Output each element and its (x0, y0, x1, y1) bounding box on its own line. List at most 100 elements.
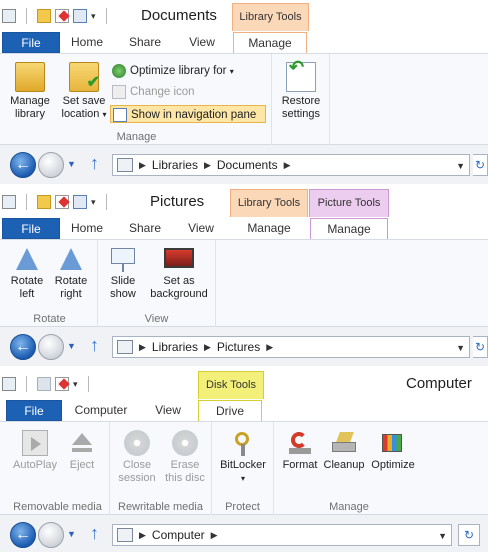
new-folder-icon[interactable] (37, 9, 51, 23)
chevron-right-icon[interactable]: ▶ (139, 530, 146, 541)
tab-picture-manage[interactable]: Manage (310, 218, 388, 240)
tab-file[interactable]: File (2, 218, 60, 239)
refresh-icon[interactable]: ↻ (473, 154, 488, 176)
group-rewritable-media: Close session Erase this disc Rewritable… (110, 422, 212, 516)
tab-share[interactable]: Share (120, 218, 170, 239)
restore-settings-button[interactable]: ↶ Restore settings (276, 58, 326, 121)
eject-button[interactable]: Eject (62, 430, 102, 472)
tab-view[interactable]: View (176, 218, 226, 239)
recent-locations-dropdown-icon[interactable]: ▼ (67, 341, 76, 351)
rotate-left-button[interactable]: Rotate left (6, 246, 48, 301)
address-bar[interactable]: ▶ Libraries ▶ Pictures ▶ ▼ (112, 336, 470, 358)
new-folder-icon[interactable] (37, 377, 51, 391)
tab-file[interactable]: File (2, 32, 60, 53)
rotate-right-button[interactable]: Rotate right (50, 246, 92, 301)
manage-library-button[interactable]: Manage library (8, 62, 52, 121)
bitlocker-keys-icon (229, 430, 257, 456)
cleanup-button[interactable]: Cleanup (322, 430, 366, 472)
group-protect: BitLocker ▾ Protect (212, 422, 274, 516)
chevron-right-icon[interactable]: ▶ (211, 530, 218, 541)
forward-arrow-icon[interactable] (38, 152, 64, 178)
change-icon-label: Change icon (130, 86, 195, 98)
address-dropdown-icon[interactable]: ▼ (456, 343, 465, 353)
rename-icon[interactable] (55, 9, 70, 23)
back-arrow-icon[interactable]: ← (10, 334, 36, 360)
qat-separator (26, 376, 27, 392)
tab-file[interactable]: File (6, 400, 62, 421)
up-arrow-icon[interactable]: ↑ (90, 153, 99, 174)
optimize-button[interactable]: Optimize (368, 430, 418, 472)
address-bar[interactable]: ▶ Libraries ▶ Documents ▶ ▼ (112, 154, 470, 176)
address-dropdown-icon[interactable]: ▼ (438, 531, 447, 541)
autoplay-button[interactable]: AutoPlay (10, 430, 60, 472)
format-button[interactable]: Format (278, 430, 322, 472)
chevron-right-icon[interactable]: ▶ (284, 160, 291, 171)
breadcrumb-libraries[interactable]: Libraries (152, 340, 198, 354)
documents-window: ▾ Documents Library Tools File Home Shar… (0, 0, 488, 184)
show-in-navigation-pane-button[interactable]: Show in navigation pane (110, 105, 266, 123)
properties-icon[interactable] (2, 9, 16, 23)
back-arrow-icon[interactable]: ← (10, 152, 36, 178)
properties-icon[interactable] (2, 377, 16, 391)
chevron-down-icon: ▾ (102, 110, 107, 119)
forward-arrow-icon[interactable] (38, 522, 64, 548)
tab-view[interactable]: View (144, 400, 192, 421)
chevron-right-icon[interactable]: ▶ (139, 342, 146, 353)
chevron-right-icon[interactable]: ▶ (266, 342, 273, 353)
tab-drive[interactable]: Drive (198, 400, 262, 422)
tab-library-manage[interactable]: Manage (231, 218, 307, 239)
forward-arrow-icon[interactable] (38, 334, 64, 360)
rename-icon[interactable] (55, 377, 70, 391)
context-tab-library-tools: Library Tools (232, 3, 309, 31)
address-bar[interactable]: ▶ Computer ▶ ▼ (112, 524, 452, 546)
address-dropdown-icon[interactable]: ▼ (456, 161, 465, 171)
tab-share[interactable]: Share (120, 32, 170, 53)
breadcrumb-documents[interactable]: Documents (217, 158, 278, 172)
ribbon-panel: Rotate left Rotate right Rotate Slide sh… (0, 239, 488, 328)
up-arrow-icon[interactable]: ↑ (90, 335, 99, 356)
customize-qat-icon[interactable]: ▾ (73, 379, 78, 390)
back-arrow-icon[interactable]: ← (10, 522, 36, 548)
recent-locations-dropdown-icon[interactable]: ▼ (67, 159, 76, 169)
context-tab-disk-tools: Disk Tools (198, 371, 264, 399)
refresh-icon[interactable]: ↻ (458, 524, 480, 546)
up-arrow-icon[interactable]: ↑ (90, 523, 99, 544)
chevron-right-icon[interactable]: ▶ (204, 160, 211, 171)
computer-location-icon (117, 528, 133, 542)
qat-separator (105, 194, 107, 210)
manage-library-label: Manage library (10, 95, 50, 120)
ribbon-panel: Manage library ✔ Set save location ▾ Opt… (0, 53, 488, 146)
view-icon[interactable] (73, 9, 87, 23)
new-folder-icon[interactable] (37, 195, 51, 209)
customize-qat-icon[interactable]: ▾ (91, 197, 96, 208)
navigation-bar: ← ▼ ↑ ▶ Libraries ▶ Pictures ▶ ▼ ↻ (0, 327, 488, 366)
set-as-background-button[interactable]: Set as background (144, 246, 214, 301)
optimize-icon (112, 64, 126, 78)
properties-icon[interactable] (2, 195, 16, 209)
tab-view[interactable]: View (176, 32, 228, 53)
bitlocker-button[interactable]: BitLocker ▾ (216, 430, 270, 485)
view-icon[interactable] (73, 195, 87, 209)
rename-icon[interactable] (55, 195, 70, 209)
ribbon-tabs: File Home Share View Manage (0, 32, 488, 54)
change-icon-button[interactable]: Change icon (110, 83, 195, 101)
tab-manage[interactable]: Manage (233, 32, 307, 54)
breadcrumb-computer[interactable]: Computer (152, 528, 205, 542)
format-label: Format (282, 459, 318, 471)
tab-computer[interactable]: Computer (70, 400, 132, 421)
chevron-right-icon[interactable]: ▶ (204, 342, 211, 353)
refresh-icon[interactable]: ↻ (473, 336, 488, 358)
cleanup-icon (330, 430, 358, 456)
breadcrumb-pictures[interactable]: Pictures (217, 340, 260, 354)
slide-show-button[interactable]: Slide show (102, 246, 144, 301)
tab-home[interactable]: Home (64, 218, 110, 239)
customize-qat-icon[interactable]: ▾ (91, 11, 96, 22)
chevron-right-icon[interactable]: ▶ (139, 160, 146, 171)
set-save-location-button[interactable]: ✔ Set save location ▾ (58, 62, 110, 121)
recent-locations-dropdown-icon[interactable]: ▼ (67, 529, 76, 539)
optimize-library-for-button[interactable]: Optimize library for ▾ (110, 62, 234, 80)
breadcrumb-libraries[interactable]: Libraries (152, 158, 198, 172)
tab-home[interactable]: Home (64, 32, 110, 53)
erase-this-disc-button[interactable]: Erase this disc (162, 430, 208, 485)
close-session-button[interactable]: Close session (114, 430, 160, 485)
